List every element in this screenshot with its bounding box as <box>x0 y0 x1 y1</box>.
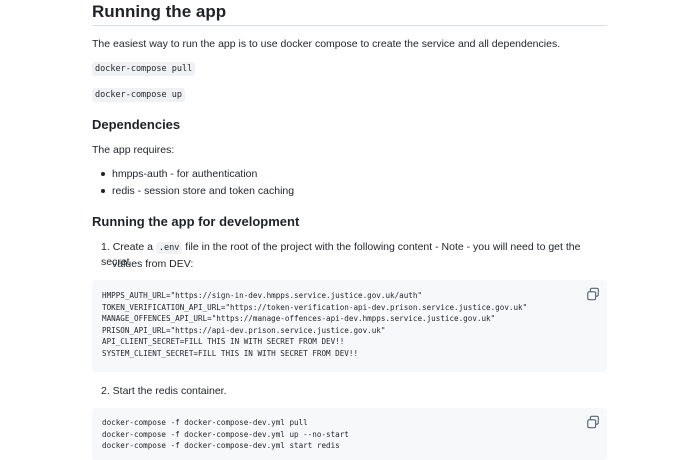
step-1-text-before: Create a <box>112 241 153 253</box>
redis-code-text: docker-compose -f docker-compose-dev.yml… <box>102 417 349 452</box>
copy-icon[interactable] <box>586 415 600 429</box>
code-line: docker-compose -f docker-compose-dev.yml… <box>102 418 308 427</box>
code-line: API_CLIENT_SECRET=FILL THIS IN WITH SECR… <box>102 337 345 347</box>
code-line: SYSTEM_CLIENT_SECRET=FILL THIS IN WITH S… <box>102 348 359 358</box>
redis-code-block: docker-compose -f docker-compose-dev.yml… <box>92 408 607 460</box>
section-heading-running: Running the app <box>92 2 227 21</box>
dependency-item: hmpps-auth - for authentication <box>112 168 258 180</box>
code-line: TOKEN_VERIFICATION_API_URL="https://toke… <box>102 302 528 312</box>
code-line: PRISON_API_URL="https://api-dev.prison.s… <box>102 325 386 335</box>
development-heading: Running the app for development <box>92 214 300 229</box>
step-number: 1. <box>101 241 110 253</box>
env-code-block: HMPPS_AUTH_URL="https://sign-in-dev.hmpp… <box>92 280 607 372</box>
env-file-code: .env <box>155 242 183 254</box>
bullet-icon <box>101 189 105 193</box>
step-2: 2. Start the redis container. <box>101 385 227 397</box>
readme-content: Running the app The easiest way to run t… <box>0 0 690 460</box>
code-line: MANAGE_OFFENCES_API_URL="https://manage-… <box>102 314 496 324</box>
copy-icon[interactable] <box>586 287 600 301</box>
code-docker-pull: docker-compose pull <box>92 62 196 76</box>
dependencies-heading: Dependencies <box>92 117 181 132</box>
code-line: docker-compose -f docker-compose-dev.yml… <box>102 429 349 439</box>
code-line: docker-compose -f docker-compose-dev.yml… <box>102 441 340 451</box>
env-code-text: HMPPS_AUTH_URL="https://sign-in-dev.hmpp… <box>102 290 527 360</box>
code-docker-up: docker-compose up <box>92 88 185 102</box>
dependencies-intro: The app requires: <box>92 144 175 156</box>
step-1-continuation: values from DEV: <box>112 258 194 270</box>
bullet-icon <box>101 172 105 176</box>
dependency-item: redis - session store and token caching <box>112 185 295 197</box>
heading-divider <box>92 25 607 26</box>
code-line: HMPPS_AUTH_URL="https://sign-in-dev.hmpp… <box>102 291 423 300</box>
intro-paragraph: The easiest way to run the app is to use… <box>92 38 561 50</box>
